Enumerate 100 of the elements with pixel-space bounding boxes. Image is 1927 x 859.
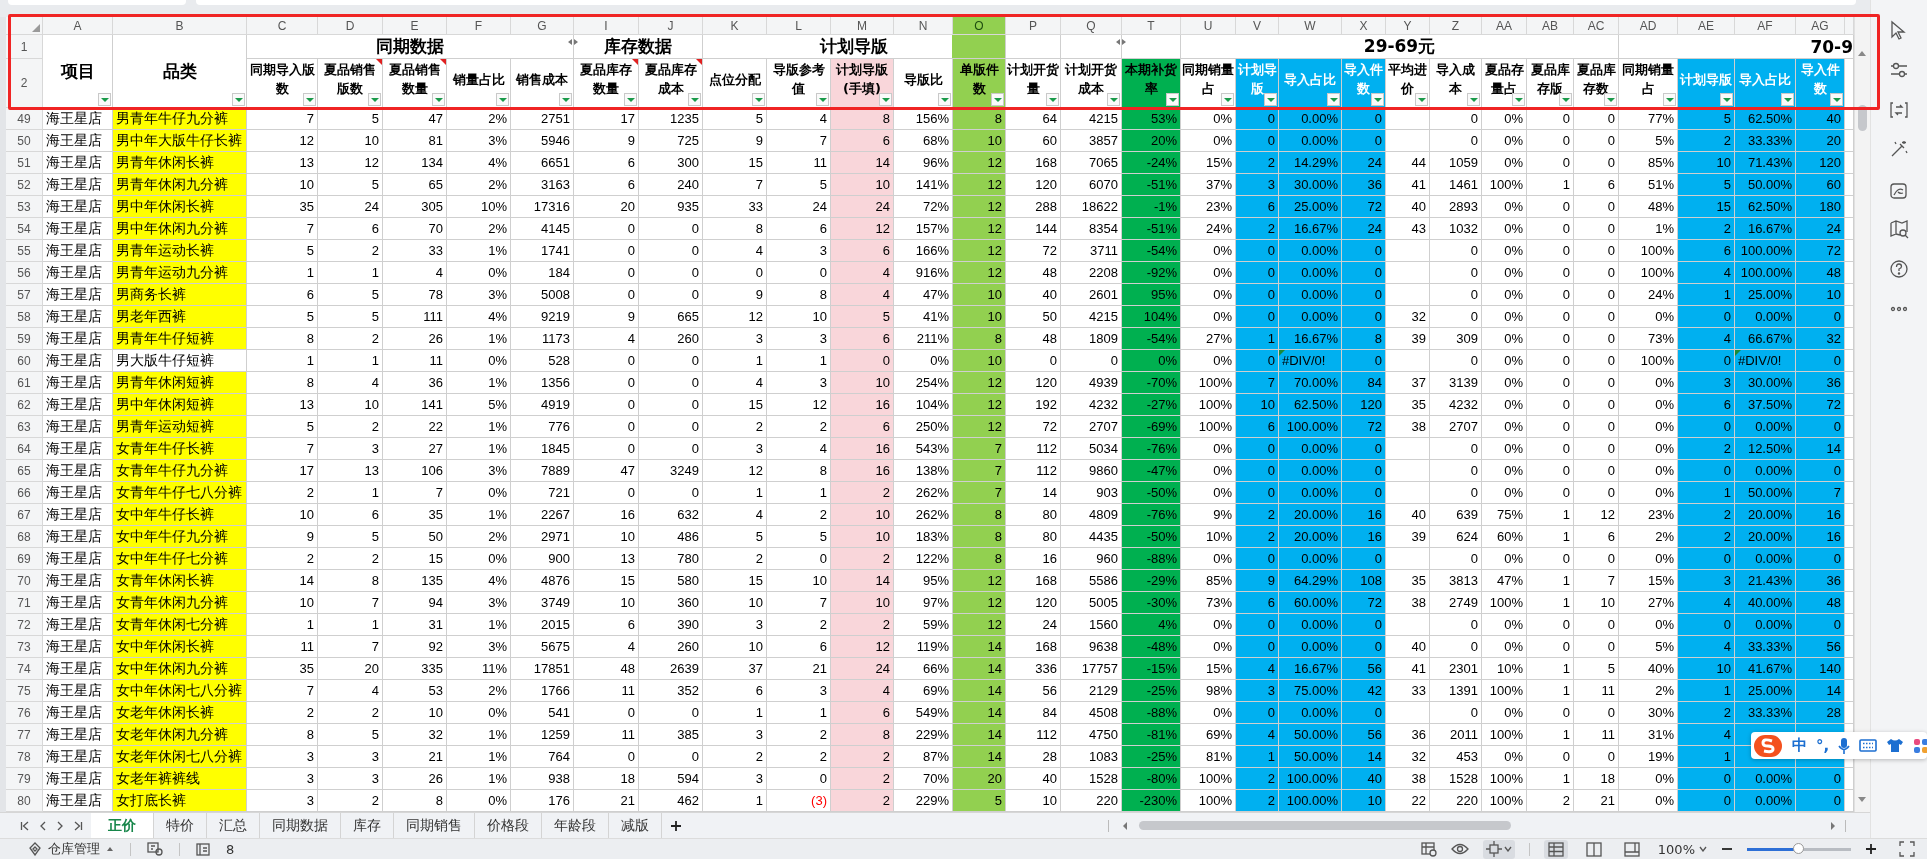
column-letter[interactable]: Z — [1430, 17, 1482, 35]
row-number[interactable]: 64 — [6, 438, 43, 460]
filter-button[interactable] — [1467, 93, 1480, 106]
column-letter[interactable]: AE — [1678, 17, 1735, 35]
view-button[interactable] — [1543, 839, 1568, 859]
filter-button[interactable] — [991, 93, 1004, 106]
filter-button[interactable] — [1781, 93, 1794, 106]
column-letter[interactable]: AC — [1574, 17, 1619, 35]
filter-button[interactable] — [1663, 93, 1676, 106]
focus-mode-button[interactable] — [1482, 839, 1515, 859]
sheet-settings-icon[interactable] — [1420, 841, 1437, 857]
workbook-icon[interactable] — [28, 842, 42, 856]
first-sheet-icon[interactable] — [20, 820, 30, 831]
column-letter[interactable]: U — [1181, 17, 1236, 35]
column-letter[interactable]: N — [894, 17, 953, 35]
hidden-columns-icon[interactable] — [1115, 38, 1127, 46]
zoom-level[interactable]: 100% — [1657, 841, 1695, 857]
column-letter[interactable]: B — [113, 17, 247, 35]
column-letter[interactable]: J — [639, 17, 703, 35]
column-letter[interactable]: O — [953, 17, 1006, 35]
row-number[interactable]: 60 — [6, 350, 43, 372]
row-number[interactable]: 62 — [6, 394, 43, 416]
next-icon[interactable] — [56, 820, 64, 831]
column-letter[interactable]: A — [43, 17, 113, 35]
filter-button[interactable] — [1046, 93, 1059, 106]
filter-button[interactable] — [688, 93, 701, 106]
row-number[interactable]: 54 — [6, 218, 43, 240]
filter-button[interactable] — [1559, 93, 1572, 106]
image-icon[interactable] — [1889, 181, 1909, 201]
caret-down-icon[interactable] — [1699, 846, 1707, 852]
row-number[interactable]: 61 — [6, 372, 43, 394]
filter-button[interactable] — [303, 93, 316, 106]
add-sheet-icon[interactable] — [670, 819, 682, 832]
column-letter[interactable]: M — [831, 17, 894, 35]
filter-button[interactable] — [1166, 93, 1179, 106]
input-method-logo-icon[interactable] — [1753, 733, 1783, 758]
list-icon[interactable] — [196, 842, 210, 856]
row-number[interactable]: 75 — [6, 680, 43, 702]
column-letter[interactable]: AA — [1482, 17, 1527, 35]
row-number[interactable]: 66 — [6, 482, 43, 504]
filter-button[interactable] — [1221, 93, 1234, 106]
filter-button[interactable] — [559, 93, 572, 106]
scroll-down-icon[interactable] — [1858, 797, 1866, 803]
select-cursor-icon[interactable] — [1889, 20, 1909, 40]
row-number[interactable]: 77 — [6, 724, 43, 746]
filter-button[interactable] — [752, 93, 765, 106]
filter-button[interactable] — [1604, 93, 1617, 106]
column-letter[interactable]: F — [447, 17, 511, 35]
row-number[interactable]: 76 — [6, 702, 43, 724]
input-mode-toggle[interactable]: 中 — [1792, 736, 1807, 755]
hidden-columns-icon[interactable] — [567, 38, 579, 46]
column-letter[interactable]: K — [703, 17, 767, 35]
scroll-left-icon[interactable] — [1122, 822, 1128, 830]
filter-button[interactable] — [1720, 93, 1733, 106]
scrollbar-thumb[interactable] — [1139, 821, 1511, 830]
select-all-icon[interactable] — [32, 24, 40, 32]
microphone-icon[interactable] — [1838, 736, 1851, 755]
column-letter[interactable]: D — [318, 17, 383, 35]
filter-button[interactable] — [496, 93, 509, 106]
row-number[interactable]: 50 — [6, 130, 43, 152]
row-number[interactable]: 71 — [6, 592, 43, 614]
filter-button[interactable] — [1327, 93, 1340, 106]
column-letter[interactable]: X — [1342, 17, 1386, 35]
filter-button[interactable] — [879, 93, 892, 106]
row-number[interactable]: 78 — [6, 746, 43, 768]
row-number[interactable]: 73 — [6, 636, 43, 658]
previous-icon[interactable] — [39, 820, 47, 831]
fullscreen-icon[interactable] — [1899, 841, 1915, 857]
column-letter[interactable]: V — [1236, 17, 1279, 35]
column-letter[interactable]: P — [1006, 17, 1061, 35]
wand-icon[interactable] — [1889, 139, 1909, 159]
filter-button[interactable] — [1371, 93, 1384, 106]
bracket-arrow-icon[interactable] — [1889, 100, 1909, 120]
scroll-right-icon[interactable] — [1830, 822, 1836, 830]
last-sheet-icon[interactable] — [73, 820, 83, 831]
eye-icon[interactable] — [1450, 843, 1469, 855]
column-letter[interactable]: AB — [1527, 17, 1574, 35]
row-number[interactable]: 80 — [6, 790, 43, 812]
macro-icon[interactable] — [147, 842, 163, 856]
row-number[interactable]: 51 — [6, 152, 43, 174]
column-letter[interactable]: I — [574, 17, 639, 35]
row-number[interactable]: 57 — [6, 284, 43, 306]
row-number[interactable]: 52 — [6, 174, 43, 196]
caret-icon[interactable] — [106, 846, 114, 852]
sheet-tab[interactable]: 正价 — [91, 813, 154, 838]
keyboard-icon[interactable] — [1859, 739, 1878, 752]
filter-button[interactable] — [938, 93, 951, 106]
zoom-in-icon[interactable] — [1865, 843, 1877, 855]
sliders-icon[interactable] — [1889, 60, 1909, 80]
row-number[interactable]: 69 — [6, 548, 43, 570]
column-letter[interactable]: W — [1279, 17, 1342, 35]
column-letter[interactable]: L — [767, 17, 831, 35]
apps-icon[interactable] — [1913, 737, 1927, 754]
row-number[interactable]: 55 — [6, 240, 43, 262]
row-number[interactable]: 56 — [6, 262, 43, 284]
filter-button[interactable] — [98, 93, 111, 106]
column-letter[interactable]: T — [1122, 17, 1181, 35]
filter-button[interactable] — [816, 93, 829, 106]
row-number[interactable]: 49 — [6, 108, 43, 130]
scrollbar-thumb[interactable] — [1858, 105, 1867, 131]
